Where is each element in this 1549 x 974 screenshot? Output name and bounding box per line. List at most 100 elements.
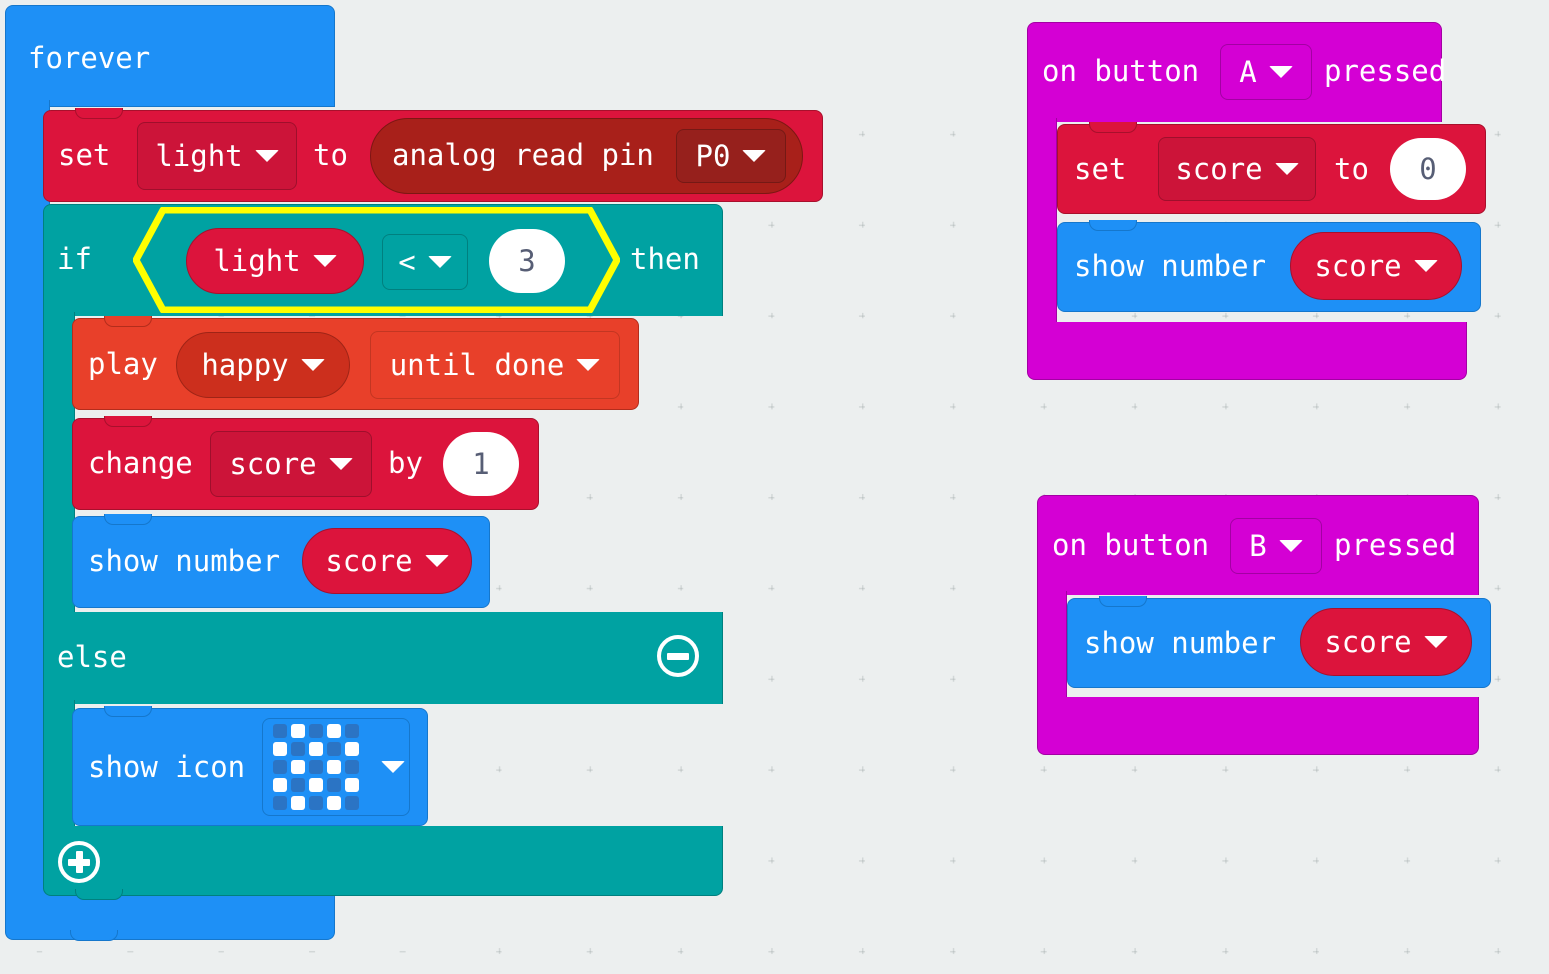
show-number-a-bottom-notch: [1089, 220, 1137, 231]
if-else-spine: [43, 700, 75, 830]
condition-right-value-input[interactable]: 3: [489, 229, 565, 293]
led-cell: [291, 760, 305, 774]
show-number-label: show number: [88, 544, 281, 578]
chevron-down-icon: [254, 150, 279, 162]
led-cell: [345, 778, 359, 792]
set-light-bottom-notch: [75, 108, 123, 119]
chevron-down-icon: [1413, 260, 1438, 272]
on-button-b-dropdown[interactable]: B: [1230, 518, 1322, 574]
add-else-if-button[interactable]: [58, 841, 100, 883]
play-mode-value: until done: [389, 348, 565, 382]
change-score-variable-dropdown[interactable]: score: [210, 431, 372, 497]
analog-read-pin-label: analog read pin: [392, 138, 654, 172]
set-to-label: to: [313, 138, 348, 172]
play-melody-value: happy: [201, 348, 289, 382]
chevron-down-icon: [1274, 163, 1299, 175]
chevron-down-icon: [1423, 636, 1448, 648]
set-light-variable-dropdown[interactable]: light: [137, 122, 297, 190]
show-number-a-label: show number: [1074, 249, 1267, 283]
play-bottom-notch: [104, 316, 152, 327]
change-score-amount-value: 1: [472, 447, 490, 481]
chevron-down-icon: [742, 150, 767, 162]
led-cell: [309, 724, 323, 738]
on-button-b-prefix-label: on button: [1052, 528, 1210, 562]
set-score-to-label: to: [1334, 152, 1369, 186]
led-cell: [327, 760, 341, 774]
set-score-keyword-label: set: [1074, 152, 1127, 186]
condition-right-value: 3: [518, 244, 536, 278]
if-else-bottom-notch: [75, 889, 123, 900]
change-score-bottom-notch: [104, 416, 152, 427]
led-cell: [327, 724, 341, 738]
led-cell: [309, 778, 323, 792]
led-cell: [309, 742, 323, 756]
led-cell: [291, 796, 305, 810]
forever-bottom-notch: [70, 930, 118, 941]
forever-label: forever: [28, 41, 151, 75]
show-icon-bottom-notch: [104, 706, 152, 717]
on-button-a-dropdown[interactable]: A: [1220, 44, 1312, 100]
chevron-down-icon: [1268, 66, 1293, 78]
led-cell: [327, 778, 341, 792]
chevron-down-icon: [300, 359, 325, 371]
set-score-value: 0: [1419, 152, 1437, 186]
condition-left-variable-value: light: [213, 244, 301, 278]
led-cell: [291, 778, 305, 792]
analog-read-pin-value: P0: [695, 139, 731, 173]
set-score-bottom-notch: [1089, 122, 1137, 133]
if-else-footer[interactable]: [43, 826, 723, 896]
on-button-a-prefix-label: on button: [1042, 54, 1200, 88]
led-cell: [345, 796, 359, 810]
play-melody-dropdown[interactable]: happy: [176, 332, 350, 398]
show-icon-label: show icon: [88, 750, 246, 784]
led-cell: [273, 724, 287, 738]
led-cell: [273, 742, 287, 756]
chevron-down-icon: [1278, 540, 1303, 552]
set-score-variable-value: score: [1175, 152, 1263, 186]
led-cell: [309, 760, 323, 774]
chevron-down-icon: [328, 458, 353, 470]
led-cell: [345, 724, 359, 738]
chevron-down-icon: [312, 255, 337, 267]
set-light-variable-value: light: [155, 139, 243, 173]
led-cell: [345, 760, 359, 774]
on-button-a-spine: [1027, 118, 1057, 326]
set-score-variable-dropdown[interactable]: score: [1158, 137, 1316, 201]
on-button-b-spine: [1037, 591, 1067, 701]
change-score-variable-value: score: [229, 447, 317, 481]
show-number-bottom-notch: [104, 514, 152, 525]
chevron-down-icon: [427, 256, 452, 268]
chevron-down-icon: [424, 555, 449, 567]
led-matrix-icon: [273, 724, 359, 810]
then-label: then: [630, 242, 700, 276]
led-cell: [309, 796, 323, 810]
remove-else-button[interactable]: [657, 635, 699, 677]
led-cell: [273, 796, 287, 810]
change-by-label: by: [388, 446, 423, 480]
led-cell: [327, 742, 341, 756]
play-mode-dropdown[interactable]: until done: [370, 331, 620, 399]
set-score-value-input[interactable]: 0: [1390, 138, 1466, 200]
on-button-b-footer: [1037, 697, 1479, 755]
on-button-b-suffix-label: pressed: [1334, 528, 1457, 562]
on-button-a-footer: [1027, 322, 1467, 380]
blocks-workspace[interactable]: forever set light to analog read pin P0: [0, 0, 1549, 974]
condition-operator-value: <: [398, 245, 416, 279]
chevron-down-icon: [576, 359, 601, 371]
show-number-variable-value: score: [325, 544, 413, 578]
led-cell: [345, 742, 359, 756]
else-header[interactable]: [43, 612, 723, 704]
play-keyword-label: play: [88, 347, 158, 381]
led-cell: [327, 796, 341, 810]
else-label: else: [57, 640, 127, 674]
change-score-amount-input[interactable]: 1: [443, 432, 519, 496]
change-keyword-label: change: [88, 446, 193, 480]
show-number-b-label: show number: [1084, 626, 1277, 660]
analog-read-pin-dropdown[interactable]: P0: [676, 129, 786, 183]
led-cell: [273, 760, 287, 774]
if-then-spine: [43, 312, 75, 617]
show-number-b-bottom-notch: [1099, 596, 1147, 607]
condition-operator-dropdown[interactable]: <: [382, 234, 468, 290]
show-icon-matrix-dropdown[interactable]: [262, 718, 410, 816]
led-cell: [291, 724, 305, 738]
